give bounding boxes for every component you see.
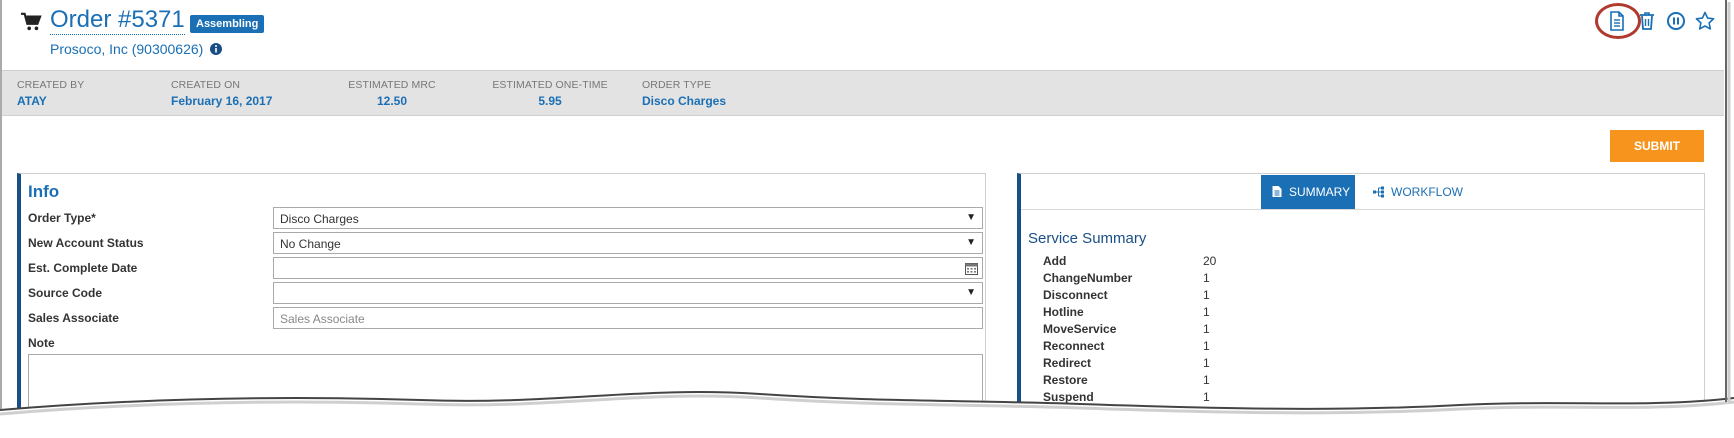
dropdown-caret-icon: ▼: [966, 287, 976, 298]
meta-value: 5.95: [538, 94, 562, 108]
trash-icon[interactable]: [1636, 10, 1658, 32]
tab-label: WORKFLOW: [1391, 185, 1463, 199]
meta-label: ESTIMATED MRC: [348, 79, 436, 91]
service-count: 1: [1203, 339, 1210, 353]
service-name: Reconnect: [1043, 339, 1105, 353]
note-row: Note: [28, 332, 983, 354]
star-icon[interactable]: [1694, 10, 1716, 32]
summary-row: ChangeNumber 1: [1043, 271, 1443, 289]
summary-row: Suspend 1: [1043, 390, 1443, 408]
input-placeholder: Sales Associate: [280, 312, 365, 326]
summary-row: Redirect 1: [1043, 356, 1443, 374]
document-icon: [1272, 186, 1282, 197]
summary-row: Disconnect 1: [1043, 288, 1443, 306]
field-label: Note: [28, 336, 55, 350]
service-count: 1: [1203, 288, 1210, 302]
note-textarea[interactable]: [28, 354, 983, 434]
status-badge: Assembling: [190, 15, 265, 33]
summary-row: MoveService 1: [1043, 322, 1443, 340]
meta-label: CREATED ON: [171, 79, 241, 91]
meta-est-one-time: ESTIMATED ONE-TIME 5.95: [480, 79, 620, 108]
service-name: Add: [1043, 254, 1067, 268]
meta-created-by: CREATED BY ATAY: [17, 79, 84, 108]
dropdown-caret-icon: ▼: [966, 237, 976, 248]
highlight-ring: [1595, 3, 1641, 39]
pause-icon[interactable]: [1665, 10, 1687, 32]
order-type-row: Order Type* Disco Charges ▼: [28, 207, 983, 229]
service-name: Restore: [1043, 373, 1088, 387]
service-name: Suspend: [1043, 390, 1094, 404]
order-header: Order #5371 Assembling Prosoco, Inc (903…: [0, 0, 1725, 70]
tab-workflow[interactable]: WORKFLOW: [1367, 175, 1477, 209]
info-panel: Info Order Type* Disco Charges ▼ New Acc…: [17, 173, 986, 438]
summary-panel: SUMMARY WORKFLOW Service Summary Add 20 …: [1017, 173, 1705, 438]
field-label: Est. Complete Date: [28, 261, 138, 275]
order-meta-bar: CREATED BY ATAY CREATED ON February 16, …: [2, 70, 1724, 116]
meta-created-on: CREATED ON February 16, 2017: [171, 79, 272, 108]
service-name: Redirect: [1043, 356, 1092, 370]
field-label: Order Type*: [28, 211, 96, 225]
meta-value[interactable]: Disco Charges: [642, 94, 726, 108]
service-count: 1: [1203, 390, 1210, 404]
select-value: No Change: [280, 237, 341, 251]
service-count: 1: [1203, 373, 1210, 387]
account-status-select[interactable]: No Change ▼: [273, 232, 983, 254]
order-page: Order #5371 Assembling Prosoco, Inc (903…: [0, 0, 1734, 438]
service-count: 1: [1203, 356, 1210, 370]
summary-row: Hotline 1: [1043, 305, 1443, 323]
field-label: Source Code: [28, 286, 103, 300]
complete-date-input[interactable]: [273, 257, 983, 279]
calendar-icon[interactable]: [964, 261, 979, 276]
meta-value: ATAY: [17, 94, 47, 108]
summary-row: Restore 1: [1043, 373, 1443, 391]
meta-order-type: ORDER TYPE Disco Charges: [642, 79, 726, 108]
info-icon[interactable]: [210, 43, 222, 55]
service-count: 1: [1203, 305, 1210, 319]
meta-value: February 16, 2017: [171, 94, 273, 108]
service-name: ChangeNumber: [1043, 271, 1133, 285]
service-name: Hotline: [1043, 305, 1084, 319]
sales-associate-row: Sales Associate Sales Associate: [28, 307, 983, 329]
summary-row: Reconnect 1: [1043, 339, 1443, 357]
field-label: Sales Associate: [28, 311, 119, 325]
service-count: 20: [1203, 254, 1217, 268]
order-title[interactable]: Order #5371: [50, 6, 185, 35]
meta-est-mrc: ESTIMATED MRC 12.50: [337, 79, 447, 108]
meta-label: CREATED BY: [17, 79, 85, 91]
meta-label: ESTIMATED ONE-TIME: [492, 79, 608, 91]
tab-summary[interactable]: SUMMARY: [1261, 175, 1355, 209]
workflow-icon: [1373, 186, 1384, 198]
field-label: New Account Status: [28, 236, 144, 250]
submit-button[interactable]: SUBMIT: [1610, 130, 1704, 162]
meta-label: ORDER TYPE: [642, 79, 712, 91]
order-type-select[interactable]: Disco Charges ▼: [273, 207, 983, 229]
service-name: Disconnect: [1043, 288, 1108, 302]
account-status-row: New Account Status No Change ▼: [28, 232, 983, 254]
shopping-cart-icon: [21, 12, 42, 31]
summary-tabs: SUMMARY WORKFLOW: [1021, 174, 1705, 210]
tab-label: SUMMARY: [1289, 185, 1351, 199]
customer-link[interactable]: Prosoco, Inc (90300626): [50, 41, 203, 57]
summary-row: Add 20: [1043, 254, 1443, 272]
info-title: Info: [28, 182, 60, 201]
service-count: 1: [1203, 271, 1210, 285]
sales-associate-input[interactable]: Sales Associate: [273, 307, 983, 329]
select-value: Disco Charges: [280, 212, 359, 226]
meta-value: 12.50: [376, 94, 408, 108]
complete-date-row: Est. Complete Date: [28, 257, 983, 279]
source-code-row: Source Code ▼: [28, 282, 983, 304]
dropdown-caret-icon: ▼: [966, 212, 976, 223]
header-actions: [1595, 3, 1719, 39]
document-icon[interactable]: [1595, 3, 1641, 39]
service-name: MoveService: [1043, 322, 1117, 336]
service-count: 1: [1203, 322, 1210, 336]
source-code-select[interactable]: ▼: [273, 282, 983, 304]
service-summary-title: Service Summary: [1028, 230, 1147, 247]
